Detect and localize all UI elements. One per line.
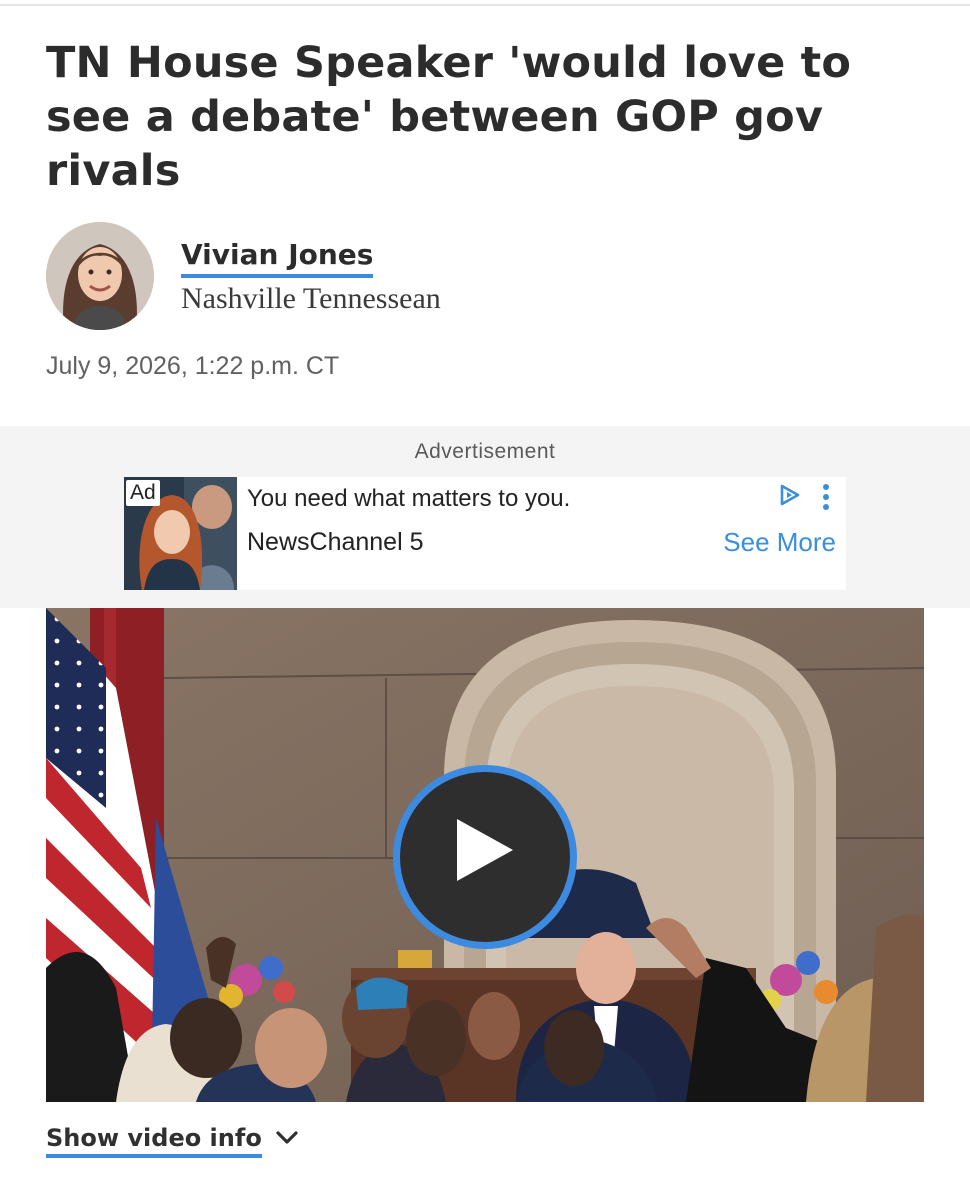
ad-card[interactable]: Ad You need what matters to you. NewsCha… <box>124 477 846 590</box>
ad-container: Advertisement Ad You need what matters t… <box>0 426 970 608</box>
author-avatar[interactable] <box>46 222 154 330</box>
see-more-link[interactable]: See More <box>723 527 836 558</box>
show-video-info-toggle[interactable]: Show video info <box>46 1124 298 1158</box>
adchoices-icon[interactable] <box>778 483 802 507</box>
publication-name: Nashville Tennessean <box>181 282 441 315</box>
play-button[interactable] <box>393 765 577 949</box>
author-name-link[interactable]: Vivian Jones <box>181 238 374 278</box>
top-divider <box>0 4 970 6</box>
ad-thumbnail[interactable]: Ad <box>124 477 237 590</box>
article-headline: TN House Speaker 'would love to see a de… <box>46 38 852 196</box>
ad-label: Advertisement <box>414 440 556 463</box>
ad-advertiser[interactable]: NewsChannel 5 <box>247 528 424 557</box>
play-icon <box>457 819 513 881</box>
ad-badge: Ad <box>126 480 160 506</box>
video-player[interactable] <box>46 608 924 1102</box>
kebab-menu-icon[interactable] <box>818 483 834 511</box>
publish-date: July 9, 2026, 1:22 p.m. CT <box>46 352 340 380</box>
show-video-info-label[interactable]: Show video info <box>46 1124 262 1158</box>
ad-headline[interactable]: You need what matters to you. <box>247 485 570 513</box>
chevron-down-icon[interactable] <box>276 1131 298 1145</box>
